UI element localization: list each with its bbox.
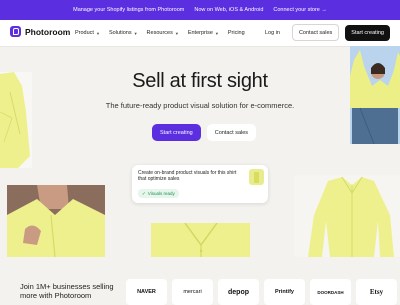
customer-logo-row: NAVER mercari depop Printify DOORDASH Et… <box>126 279 397 305</box>
main-menu: Product ▼ Solutions ▼ Resources ▼ Enterp… <box>75 20 245 46</box>
check-icon: ✓ <box>142 190 146 196</box>
hero-subtitle: The future-ready product visual solution… <box>105 101 295 110</box>
nav-actions: Log in Contact sales Start creating <box>259 24 390 41</box>
logo-naver: NAVER <box>126 279 167 305</box>
menu-item-solutions[interactable]: Solutions ▼ <box>109 30 138 36</box>
hero-contact-sales-button[interactable]: Contact sales <box>206 124 257 141</box>
product-photo-model-yellow-top <box>350 46 400 144</box>
chevron-down-icon: ▼ <box>95 30 100 36</box>
banner-text-shopify: Manage your Shopify listings from Photor… <box>73 7 185 13</box>
menu-item-label: Resources <box>146 30 173 36</box>
menu-item-label: Product <box>75 30 94 36</box>
banner-text-platforms: Now on Web, iOS & Android <box>194 7 264 13</box>
chevron-down-icon: ▼ <box>174 30 179 36</box>
menu-item-label: Pricing <box>227 30 245 36</box>
hero-start-creating-button[interactable]: Start creating <box>152 124 201 141</box>
announcement-banner[interactable]: Manage your Shopify listings from Photor… <box>0 0 400 20</box>
join-businesses-text: Join 1M+ businesses selling more with Ph… <box>20 282 114 300</box>
login-button[interactable]: Log in <box>259 25 286 41</box>
contact-sales-button[interactable]: Contact sales <box>291 24 340 41</box>
hero-title: Sell at first sight <box>132 70 268 92</box>
badge-label: Visuals ready <box>147 191 175 196</box>
visuals-ready-badge: ✓ Visuals ready <box>138 189 179 198</box>
brand-logo[interactable]: Photoroom <box>10 26 70 37</box>
logo-printify: Printify <box>264 279 305 305</box>
banner-connect-link[interactable]: Connect your store → <box>273 7 327 13</box>
logo-etsy: Etsy <box>356 279 397 305</box>
top-navigation: Photoroom Product ▼ Solutions ▼ Resource… <box>0 20 400 47</box>
photoroom-logo-icon <box>10 26 21 37</box>
product-photo-shirt-closeup <box>7 185 105 257</box>
menu-item-label: Solutions <box>108 30 132 36</box>
brand-name: Photoroom <box>25 26 71 37</box>
prompt-text: Create on-brand product visuals for this… <box>138 170 237 183</box>
ai-prompt-card: Create on-brand product visuals for this… <box>132 165 268 203</box>
chevron-down-icon: ▼ <box>214 30 219 36</box>
menu-item-label: Enterprise <box>187 30 213 36</box>
menu-item-pricing[interactable]: Pricing <box>228 30 245 36</box>
chevron-down-icon: ▼ <box>133 30 138 36</box>
menu-item-product[interactable]: Product ▼ <box>75 30 100 36</box>
shirt-thumbnail <box>249 169 264 185</box>
logo-mercari: mercari <box>172 279 213 305</box>
menu-item-enterprise[interactable]: Enterprise ▼ <box>188 30 219 36</box>
start-creating-button[interactable]: Start creating <box>345 24 390 41</box>
hero-cta-row: Start creating Contact sales <box>152 124 257 141</box>
product-photo-shirt-collar <box>151 223 250 257</box>
logo-doordash: DOORDASH <box>310 279 351 305</box>
menu-item-resources[interactable]: Resources ▼ <box>147 30 179 36</box>
logo-depop: depop <box>218 279 259 305</box>
product-photo-yellow-shirt-right <box>294 175 400 257</box>
